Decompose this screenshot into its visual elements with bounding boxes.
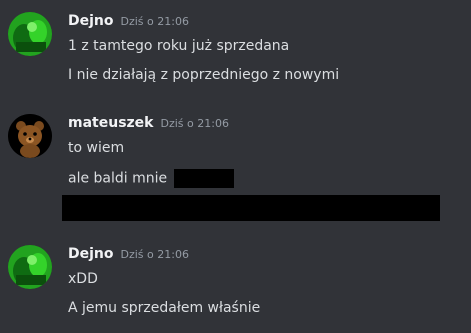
green-character-avatar-icon[interactable] — [8, 245, 52, 289]
message-text: 1 z tamtego roku już sprzedana — [68, 38, 290, 54]
author-name[interactable]: Dejno — [68, 13, 114, 29]
redacted-text — [173, 169, 234, 188]
message-text: ale baldi mnie — [68, 170, 168, 187]
bear-avatar-icon[interactable] — [8, 114, 52, 158]
message-text: I nie działają z poprzedniego z nowymi — [68, 67, 340, 83]
message-timestamp: Dziś o 21:06 — [120, 15, 189, 28]
message-timestamp: Dziś o 21:06 — [120, 248, 189, 261]
message-timestamp: Dziś o 21:06 — [160, 117, 229, 130]
author-name[interactable]: mateuszek — [68, 115, 153, 131]
message-text: to wiem — [68, 140, 125, 156]
redacted-text — [62, 195, 440, 221]
message-text: xDD — [68, 271, 98, 287]
author-name[interactable]: Dejno — [68, 246, 114, 262]
message-text-with-redaction: ale baldi mnie — [68, 169, 234, 188]
message-text: A jemu sprzedałem właśnie — [68, 300, 261, 316]
green-character-avatar-icon[interactable] — [8, 12, 52, 56]
